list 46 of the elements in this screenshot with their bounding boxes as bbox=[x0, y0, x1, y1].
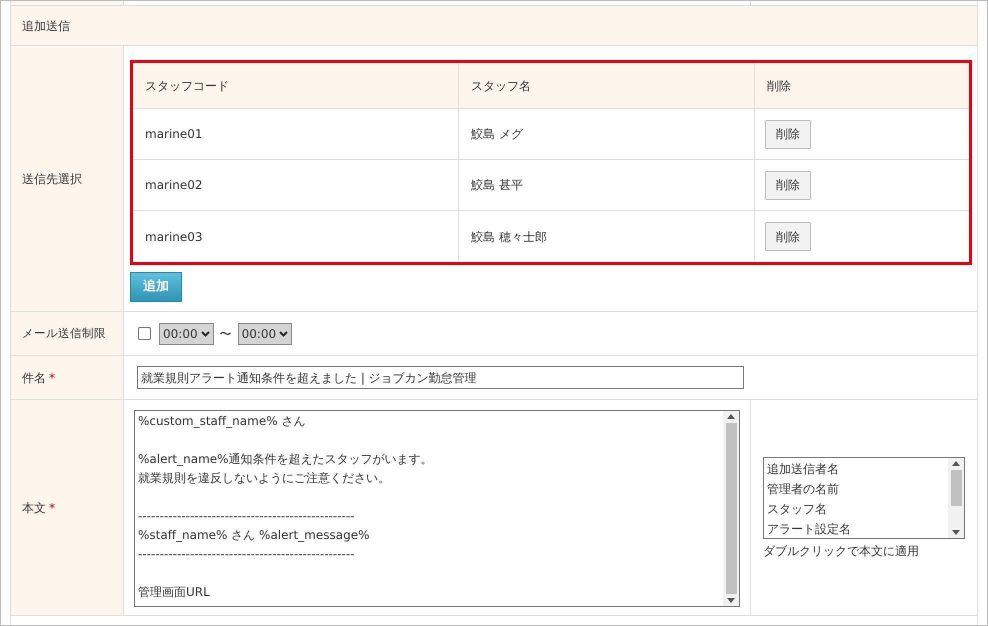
column-header: スタッフコード bbox=[133, 63, 459, 108]
body-field[interactable] bbox=[134, 410, 740, 607]
body-line: 管理画面URL bbox=[138, 584, 210, 601]
required-mark: * bbox=[49, 370, 55, 386]
checkbox[interactable] bbox=[138, 327, 151, 340]
delete-button[interactable]: 削除 bbox=[765, 170, 811, 200]
caret-icon bbox=[279, 330, 288, 336]
scroll-down-icon[interactable] bbox=[727, 598, 735, 603]
variable-listbox[interactable]: 追加送信者名 管理者の名前 スタッフ名 アラート設定名 bbox=[763, 457, 965, 539]
scrollbar[interactable] bbox=[948, 458, 964, 538]
column-header: 削除 bbox=[766, 78, 792, 94]
subject-field[interactable]: 就業規則アラート通知条件を超えました | ジョブカン勤怠管理 bbox=[137, 366, 744, 389]
row-label: メール送信制限 bbox=[22, 324, 106, 342]
section-title: 追加送信 bbox=[22, 18, 70, 34]
body-line: 就業規則を違反しないようにご注意ください。 bbox=[138, 470, 390, 487]
caret-icon bbox=[200, 330, 210, 336]
table-cell: marine03 bbox=[133, 211, 459, 262]
table-cell: 鮫島 メグ bbox=[459, 109, 755, 159]
delete-button[interactable]: 削除 bbox=[765, 120, 811, 148]
table-cell: marine01 bbox=[133, 109, 459, 159]
row-label: 送信先選択 bbox=[22, 170, 82, 188]
column-header: スタッフ名 bbox=[459, 63, 755, 108]
range-separator: 〜 bbox=[220, 326, 232, 342]
scrollbar[interactable] bbox=[723, 411, 739, 606]
body-line: %custom_staff_name% さん bbox=[138, 413, 306, 430]
scroll-up-icon[interactable] bbox=[727, 414, 735, 419]
required-mark: * bbox=[49, 500, 55, 516]
end-time-select[interactable]: 00:00 bbox=[238, 322, 292, 344]
delete-button[interactable]: 削除 bbox=[765, 222, 811, 251]
hint-text: ダブルクリックで本文に適用 bbox=[763, 543, 920, 560]
body-line: %alert_name%通知条件を超えたスタッフがいます。 bbox=[138, 451, 433, 468]
body-line: -------------------------------------------------- bbox=[138, 546, 355, 563]
table-cell: 鮫島 穂々士郎 bbox=[459, 211, 755, 262]
list-option[interactable]: アラート設定名 bbox=[764, 519, 948, 538]
table-cell: 鮫島 甚平 bbox=[459, 160, 755, 210]
list-option[interactable]: スタッフ名 bbox=[764, 499, 948, 519]
list-option[interactable]: 管理者の名前 bbox=[764, 479, 948, 499]
list-option[interactable]: 追加送信者名 bbox=[764, 459, 948, 479]
scroll-up-icon[interactable] bbox=[952, 461, 960, 466]
scroll-down-icon[interactable] bbox=[952, 530, 960, 535]
body-line: %staff_name% さん %alert_message% bbox=[138, 527, 370, 544]
start-time-select[interactable]: 00:00 bbox=[159, 322, 214, 344]
table-cell: marine02 bbox=[133, 160, 459, 210]
row-label: 本文 bbox=[22, 500, 46, 516]
row-label: 件名 bbox=[22, 370, 46, 386]
body-line: -------------------------------------------------- bbox=[138, 508, 355, 525]
